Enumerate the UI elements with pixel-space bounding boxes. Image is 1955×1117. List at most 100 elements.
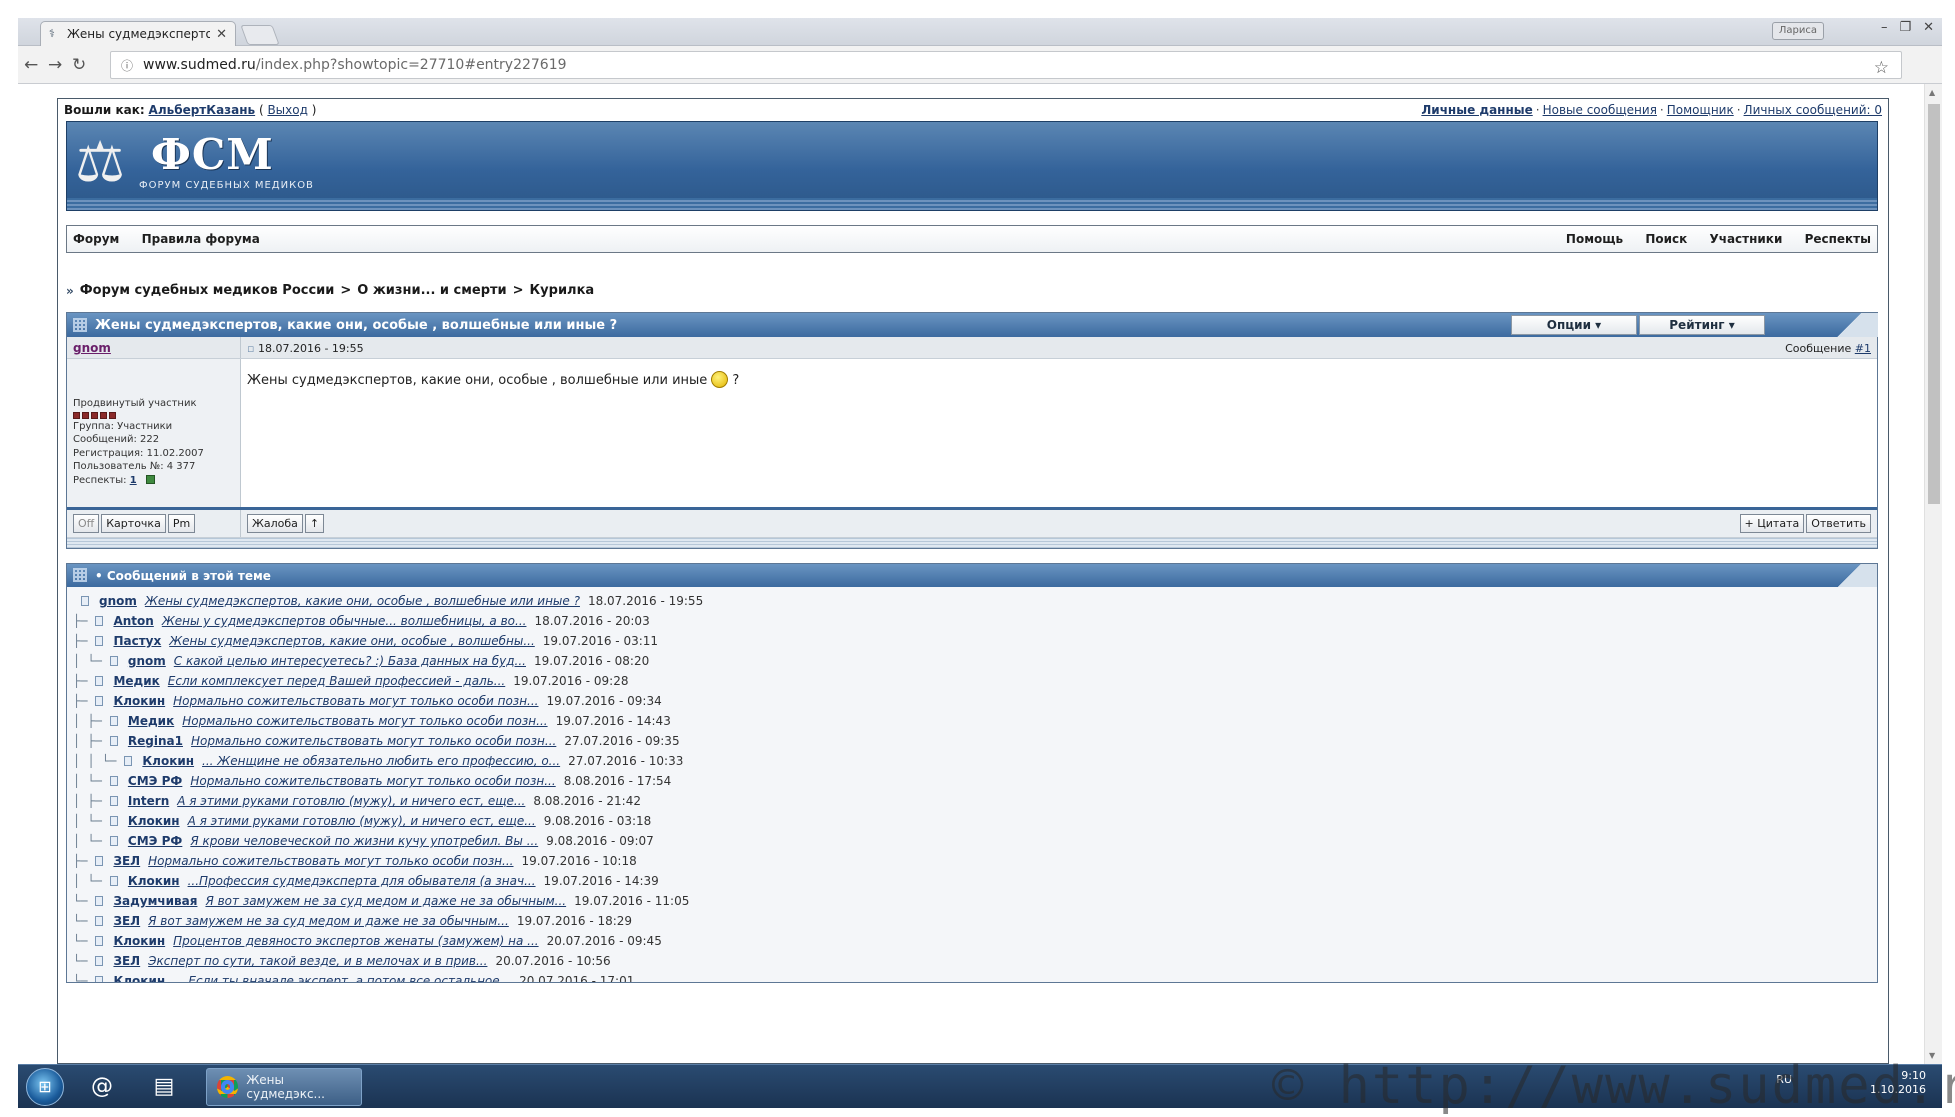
breadcrumb-forum[interactable]: Форум судебных медиков России xyxy=(80,283,335,298)
thread-tree-row[interactable]: ├─ Пастух Жены судмедэкспертов, какие они,… xyxy=(73,631,1871,651)
tree-topic-link[interactable]: Жены судмедэкспертов, какие они, особые … xyxy=(145,594,580,608)
tree-topic-link[interactable]: Я вот замужем не за суд медом и даже не … xyxy=(148,914,509,928)
thread-tree-row[interactable]: └─ Задумчивая Я вот замужем не за суд медо… xyxy=(73,891,1871,911)
tree-topic-link[interactable]: Нормально сожительствовать могут только … xyxy=(173,694,538,708)
nav-help[interactable]: Помощь xyxy=(1566,232,1623,246)
thread-tree-row[interactable]: │ └─ СМЭ РФ Нормально сожительствовать мог… xyxy=(73,771,1871,791)
tree-nick-link[interactable]: ЗЕЛ xyxy=(113,914,140,928)
tree-nick-link[interactable]: Клокин xyxy=(142,754,194,768)
report-button[interactable]: Жалоба xyxy=(247,514,303,533)
thread-tree-row[interactable]: │ │ └─ Клокин ... Женщине не обязательно л… xyxy=(73,751,1871,771)
tree-nick-link[interactable]: Anton xyxy=(113,614,153,628)
tree-topic-link[interactable]: Нормально сожительствовать могут только … xyxy=(182,714,547,728)
options-dropdown[interactable]: Опции ▾ xyxy=(1511,315,1637,335)
info-icon[interactable]: ⓘ xyxy=(121,57,133,74)
profile-link[interactable]: Личные данные xyxy=(1421,103,1532,117)
scroll-top-button[interactable]: ↑ xyxy=(304,514,325,533)
breadcrumb-section[interactable]: О жизни... и смерти xyxy=(357,283,506,298)
tab-close-icon[interactable]: ✕ xyxy=(216,27,227,42)
reload-icon[interactable]: ↻ xyxy=(72,55,86,75)
tree-topic-link[interactable]: Процентов девяносто экспертов женаты (за… xyxy=(173,934,538,948)
status-off-button[interactable]: Off xyxy=(73,514,100,533)
scroll-up-icon[interactable]: ▲ xyxy=(1929,88,1935,97)
tree-nick-link[interactable]: Regina1 xyxy=(128,734,183,748)
tree-topic-link[interactable]: ... Женщине не обязательно любить его пр… xyxy=(202,754,560,768)
thread-tree-row[interactable]: └─ ЗЕЛ Эксперт по сути, такой везде, и в м… xyxy=(73,951,1871,971)
message-number-link[interactable]: #1 xyxy=(1855,342,1871,355)
forum-logo-banner[interactable]: ⚖ ФСМ Форум судебных медиков xyxy=(66,121,1878,211)
private-messages-link[interactable]: Личных сообщений: 0 xyxy=(1744,103,1882,117)
profile-card-button[interactable]: Карточка xyxy=(101,514,166,533)
tree-nick-link[interactable]: gnom xyxy=(99,594,137,608)
forward-icon[interactable]: → xyxy=(48,55,62,75)
maximize-icon[interactable]: ❐ xyxy=(1899,20,1911,35)
nav-rules[interactable]: Правила форума xyxy=(142,232,260,246)
tree-topic-link[interactable]: ... Если ты вначале эксперт, а потом все… xyxy=(173,974,511,982)
respect-count-link[interactable]: 1 xyxy=(130,475,137,486)
tree-nick-link[interactable]: СМЭ РФ xyxy=(128,834,182,848)
thread-tree-row[interactable]: │ ├─ Медик Нормально сожительствовать могу… xyxy=(73,711,1871,731)
nav-respects[interactable]: Респекты xyxy=(1805,232,1871,246)
thread-tree-row[interactable]: ├─ Клокин Нормально сожительствовать могут… xyxy=(73,691,1871,711)
nav-forum[interactable]: Форум xyxy=(73,232,119,246)
browser-tab-active[interactable]: ⚕ Жены судмедэкспертов ✕ xyxy=(40,21,236,46)
thread-tree-row[interactable]: └─ Клокин Процентов девяносто экспертов же… xyxy=(73,931,1871,951)
rating-dropdown[interactable]: Рейтинг ▾ xyxy=(1639,315,1765,335)
new-messages-link[interactable]: Новые сообщения xyxy=(1543,103,1657,117)
tree-nick-link[interactable]: Медик xyxy=(113,674,159,688)
thread-tree-row[interactable]: └─ Клокин ... Если ты вначале эксперт, а п… xyxy=(73,971,1871,982)
tree-topic-link[interactable]: Я вот замужем не за суд медом и даже не … xyxy=(205,894,566,908)
page-scrollbar[interactable]: ▲ ▼ xyxy=(1924,84,1942,1064)
pm-button[interactable]: Pm xyxy=(167,514,196,533)
thread-tree-row[interactable]: ├─ Anton Жены у судмедэкспертов обычные...… xyxy=(73,611,1871,631)
tree-topic-link[interactable]: Нормально сожительствовать могут только … xyxy=(191,734,556,748)
tree-nick-link[interactable]: Intern xyxy=(128,794,169,808)
nav-members[interactable]: Участники xyxy=(1709,232,1782,246)
back-icon[interactable]: ← xyxy=(24,55,38,75)
thread-tree-row[interactable]: └─ ЗЕЛ Я вот замужем не за суд медом и даж… xyxy=(73,911,1871,931)
taskbar-chrome-window[interactable]: Жены судмедэкс... xyxy=(206,1068,362,1106)
tree-nick-link[interactable]: Клокин xyxy=(128,814,180,828)
tree-nick-link[interactable]: Клокин xyxy=(128,874,180,888)
tree-nick-link[interactable]: Медик xyxy=(128,714,174,728)
post-author[interactable]: gnom xyxy=(67,337,241,358)
thread-tree-row[interactable]: ├─ ЗЕЛ Нормально сожительствовать могут то… xyxy=(73,851,1871,871)
username-link[interactable]: АльбертКазань xyxy=(149,103,256,117)
helper-link[interactable]: Помощник xyxy=(1667,103,1734,117)
tree-topic-link[interactable]: А я этими руками готовлю (мужу), и ничег… xyxy=(177,794,525,808)
thread-tree-row[interactable]: gnom Жены судмедэкспертов, какие они, осо… xyxy=(73,591,1871,611)
minimize-icon[interactable]: – xyxy=(1881,20,1888,35)
address-bar[interactable]: ⓘ www.sudmed.ru/index.php?showtopic=2771… xyxy=(110,51,1902,79)
nav-search[interactable]: Поиск xyxy=(1645,232,1687,246)
tree-topic-link[interactable]: Жены судмедэкспертов, какие они, особые … xyxy=(169,634,535,648)
tree-nick-link[interactable]: СМЭ РФ xyxy=(128,774,182,788)
tree-nick-link[interactable]: ЗЕЛ xyxy=(113,854,140,868)
close-window-icon[interactable]: ✕ xyxy=(1923,20,1934,35)
tree-topic-link[interactable]: Жены у судмедэкспертов обычные... волшеб… xyxy=(162,614,527,628)
logout-link[interactable]: Выход xyxy=(267,103,307,117)
tree-topic-link[interactable]: Эксперт по сути, такой везде, и в мелоча… xyxy=(148,954,487,968)
tree-nick-link[interactable]: Пастух xyxy=(113,634,161,648)
quote-button[interactable]: + Цитата xyxy=(1739,514,1805,533)
tree-topic-link[interactable]: ...Профессия судмедэксперта для обывател… xyxy=(188,874,536,888)
thread-tree-row[interactable]: │ ├─ Regina1 Нормально сожительствовать мо… xyxy=(73,731,1871,751)
tree-nick-link[interactable]: Клокин xyxy=(113,694,165,708)
tree-topic-link[interactable]: Я крови человеческой по жизни кучу употр… xyxy=(190,834,538,848)
thread-tree-row[interactable]: │ ├─ Intern А я этими руками готовлю (мужу… xyxy=(73,791,1871,811)
tree-nick-link[interactable]: Клокин xyxy=(113,974,165,982)
file-explorer-icon[interactable]: ▤ xyxy=(138,1069,190,1105)
tree-topic-link[interactable]: Если комплексует перед Вашей профессией … xyxy=(168,674,505,688)
tree-nick-link[interactable]: gnom xyxy=(128,654,166,668)
profile-button[interactable]: Лариса xyxy=(1771,22,1824,40)
bookmark-star-icon[interactable]: ☆ xyxy=(1874,58,1889,78)
thread-tree-row[interactable]: │ └─ gnom С какой целью интересуетесь? :) … xyxy=(73,651,1871,671)
thread-tree-row[interactable]: │ └─ СМЭ РФ Я крови человеческой по жизни … xyxy=(73,831,1871,851)
tree-topic-link[interactable]: Нормально сожительствовать могут только … xyxy=(148,854,513,868)
respect-plus-icon[interactable] xyxy=(145,475,155,484)
start-button[interactable]: ⊞ xyxy=(26,1068,64,1106)
mail-agent-icon[interactable]: @ xyxy=(76,1069,128,1105)
tree-topic-link[interactable]: Нормально сожительствовать могут только … xyxy=(190,774,555,788)
scrollbar-thumb[interactable] xyxy=(1928,104,1940,504)
thread-tree-row[interactable]: │ └─ Клокин А я этими руками готовлю (мужу… xyxy=(73,811,1871,831)
thread-tree-row[interactable]: │ └─ Клокин ...Профессия судмедэксперта дл… xyxy=(73,871,1871,891)
